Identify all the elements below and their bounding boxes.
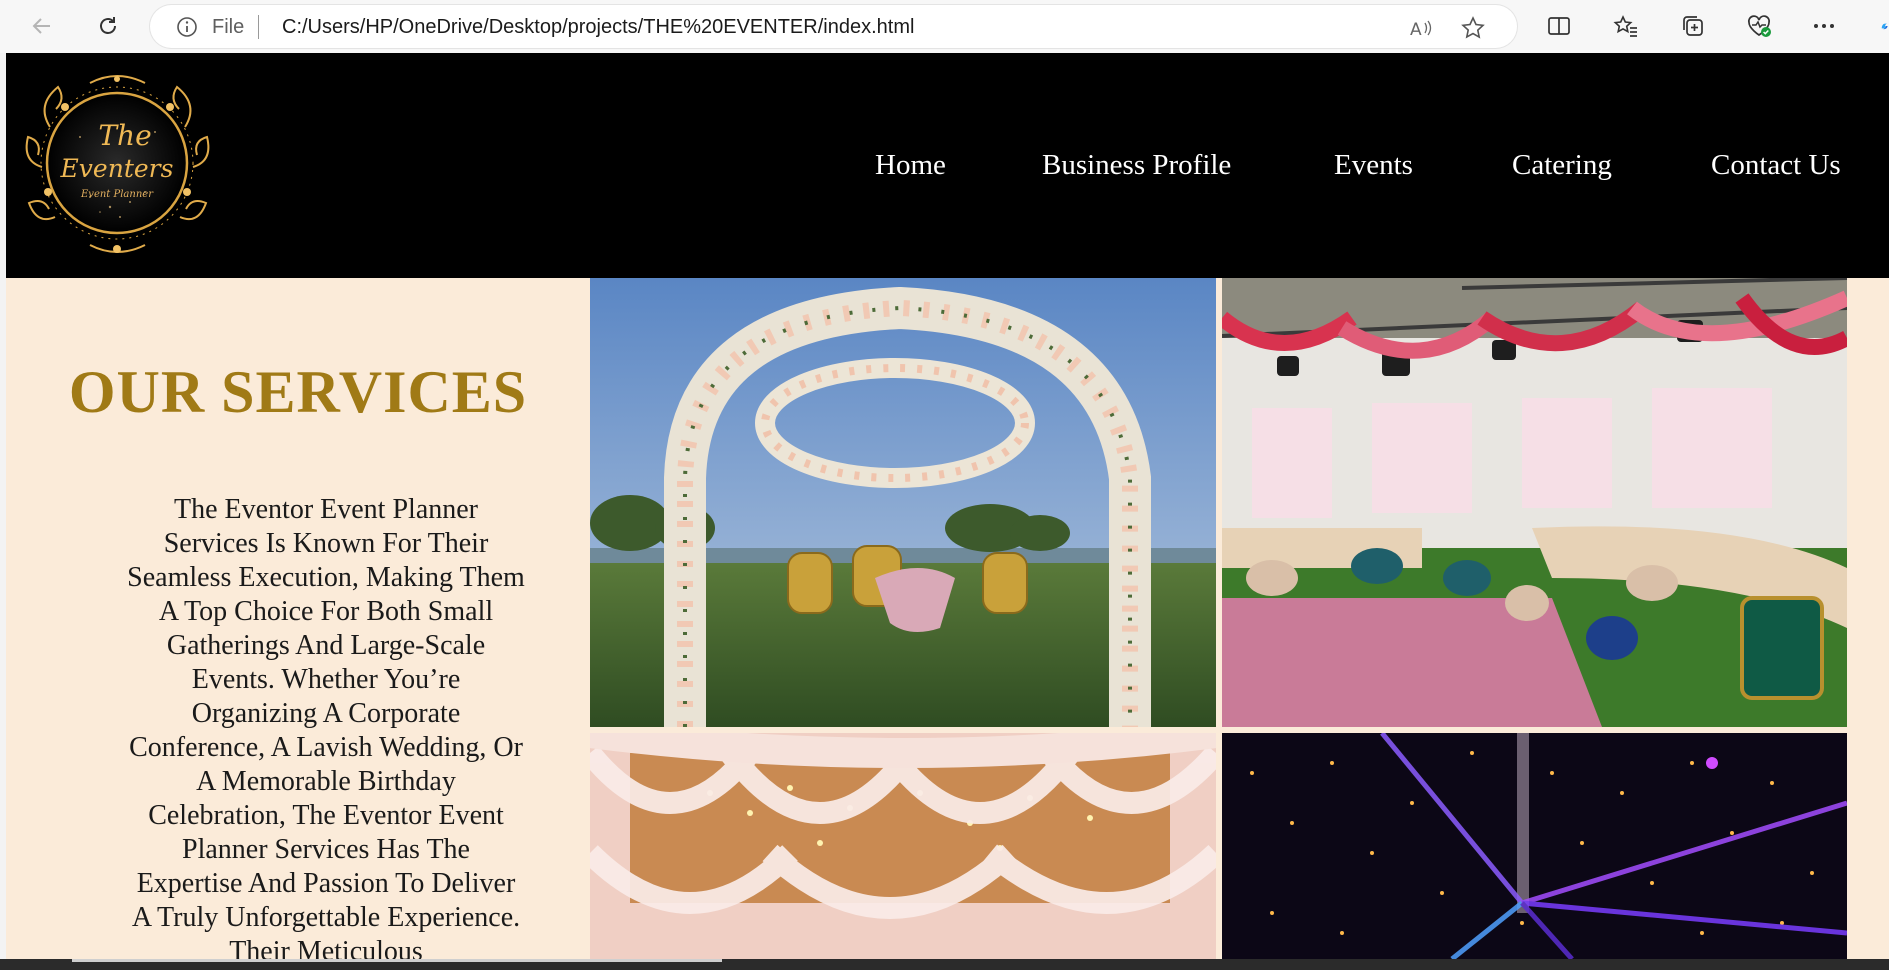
refresh-button[interactable] bbox=[90, 8, 126, 44]
floral-arch-photo bbox=[590, 278, 1216, 727]
lounge-tent-photo bbox=[1222, 278, 1847, 727]
address-separator bbox=[258, 15, 259, 39]
nav-catering[interactable]: Catering bbox=[1512, 149, 1612, 182]
favorites-button[interactable] bbox=[1610, 10, 1642, 42]
browser-toolbar: File C:/Users/HP/OneDrive/Desktop/projec… bbox=[0, 0, 1889, 53]
split-screen-icon bbox=[1548, 17, 1570, 35]
back-button[interactable] bbox=[24, 8, 60, 44]
browser-essentials-button[interactable] bbox=[1743, 10, 1775, 42]
main-nav: Home Business Profile Events Catering Co… bbox=[6, 53, 1889, 278]
address-prefix: File bbox=[212, 16, 245, 38]
address-bar[interactable]: File C:/Users/HP/OneDrive/Desktop/projec… bbox=[150, 5, 1517, 48]
favorites-icon bbox=[1613, 15, 1637, 37]
nav-events[interactable]: Events bbox=[1334, 149, 1413, 182]
read-aloud-icon[interactable]: A bbox=[1408, 15, 1434, 41]
site-header: The Eventers Event Planner Home Business… bbox=[6, 53, 1889, 278]
back-icon bbox=[32, 18, 50, 34]
more-icon bbox=[1814, 24, 1834, 28]
copilot-icon bbox=[1881, 23, 1888, 30]
nav-business-profile[interactable]: Business Profile bbox=[1042, 149, 1231, 182]
gallery-image-floral-arch[interactable] bbox=[590, 278, 1216, 727]
gallery-image-draped-ceiling[interactable] bbox=[590, 733, 1216, 959]
gallery-image-lounge-tent[interactable] bbox=[1222, 278, 1847, 727]
info-icon[interactable] bbox=[176, 16, 198, 38]
browser-essentials-icon bbox=[1748, 15, 1771, 37]
more-button[interactable] bbox=[1808, 10, 1840, 42]
gallery-image-light-show[interactable] bbox=[1222, 733, 1847, 959]
copilot-button[interactable] bbox=[1868, 10, 1889, 42]
page-viewport: The Eventers Event Planner Home Business… bbox=[6, 53, 1889, 959]
services-section: OUR SERVICES The Eventor Event Planner S… bbox=[6, 278, 590, 959]
taskbar-highlight bbox=[72, 959, 722, 962]
collections-button[interactable] bbox=[1677, 10, 1709, 42]
services-description: The Eventor Event Planner Services Is Kn… bbox=[127, 494, 525, 959]
nav-home[interactable]: Home bbox=[875, 149, 946, 182]
services-title: OUR SERVICES bbox=[68, 359, 528, 425]
light-show-photo bbox=[1222, 733, 1847, 959]
taskbar-edge bbox=[0, 959, 1889, 970]
split-screen-button[interactable] bbox=[1543, 10, 1575, 42]
collections-icon bbox=[1683, 16, 1703, 36]
svg-text:A: A bbox=[1410, 20, 1422, 40]
refresh-icon bbox=[100, 17, 116, 34]
url-text[interactable]: C:/Users/HP/OneDrive/Desktop/projects/TH… bbox=[282, 16, 914, 39]
nav-contact-us[interactable]: Contact Us bbox=[1711, 149, 1841, 182]
draped-ceiling-photo bbox=[590, 733, 1216, 959]
favorite-star-icon[interactable] bbox=[1460, 15, 1486, 41]
